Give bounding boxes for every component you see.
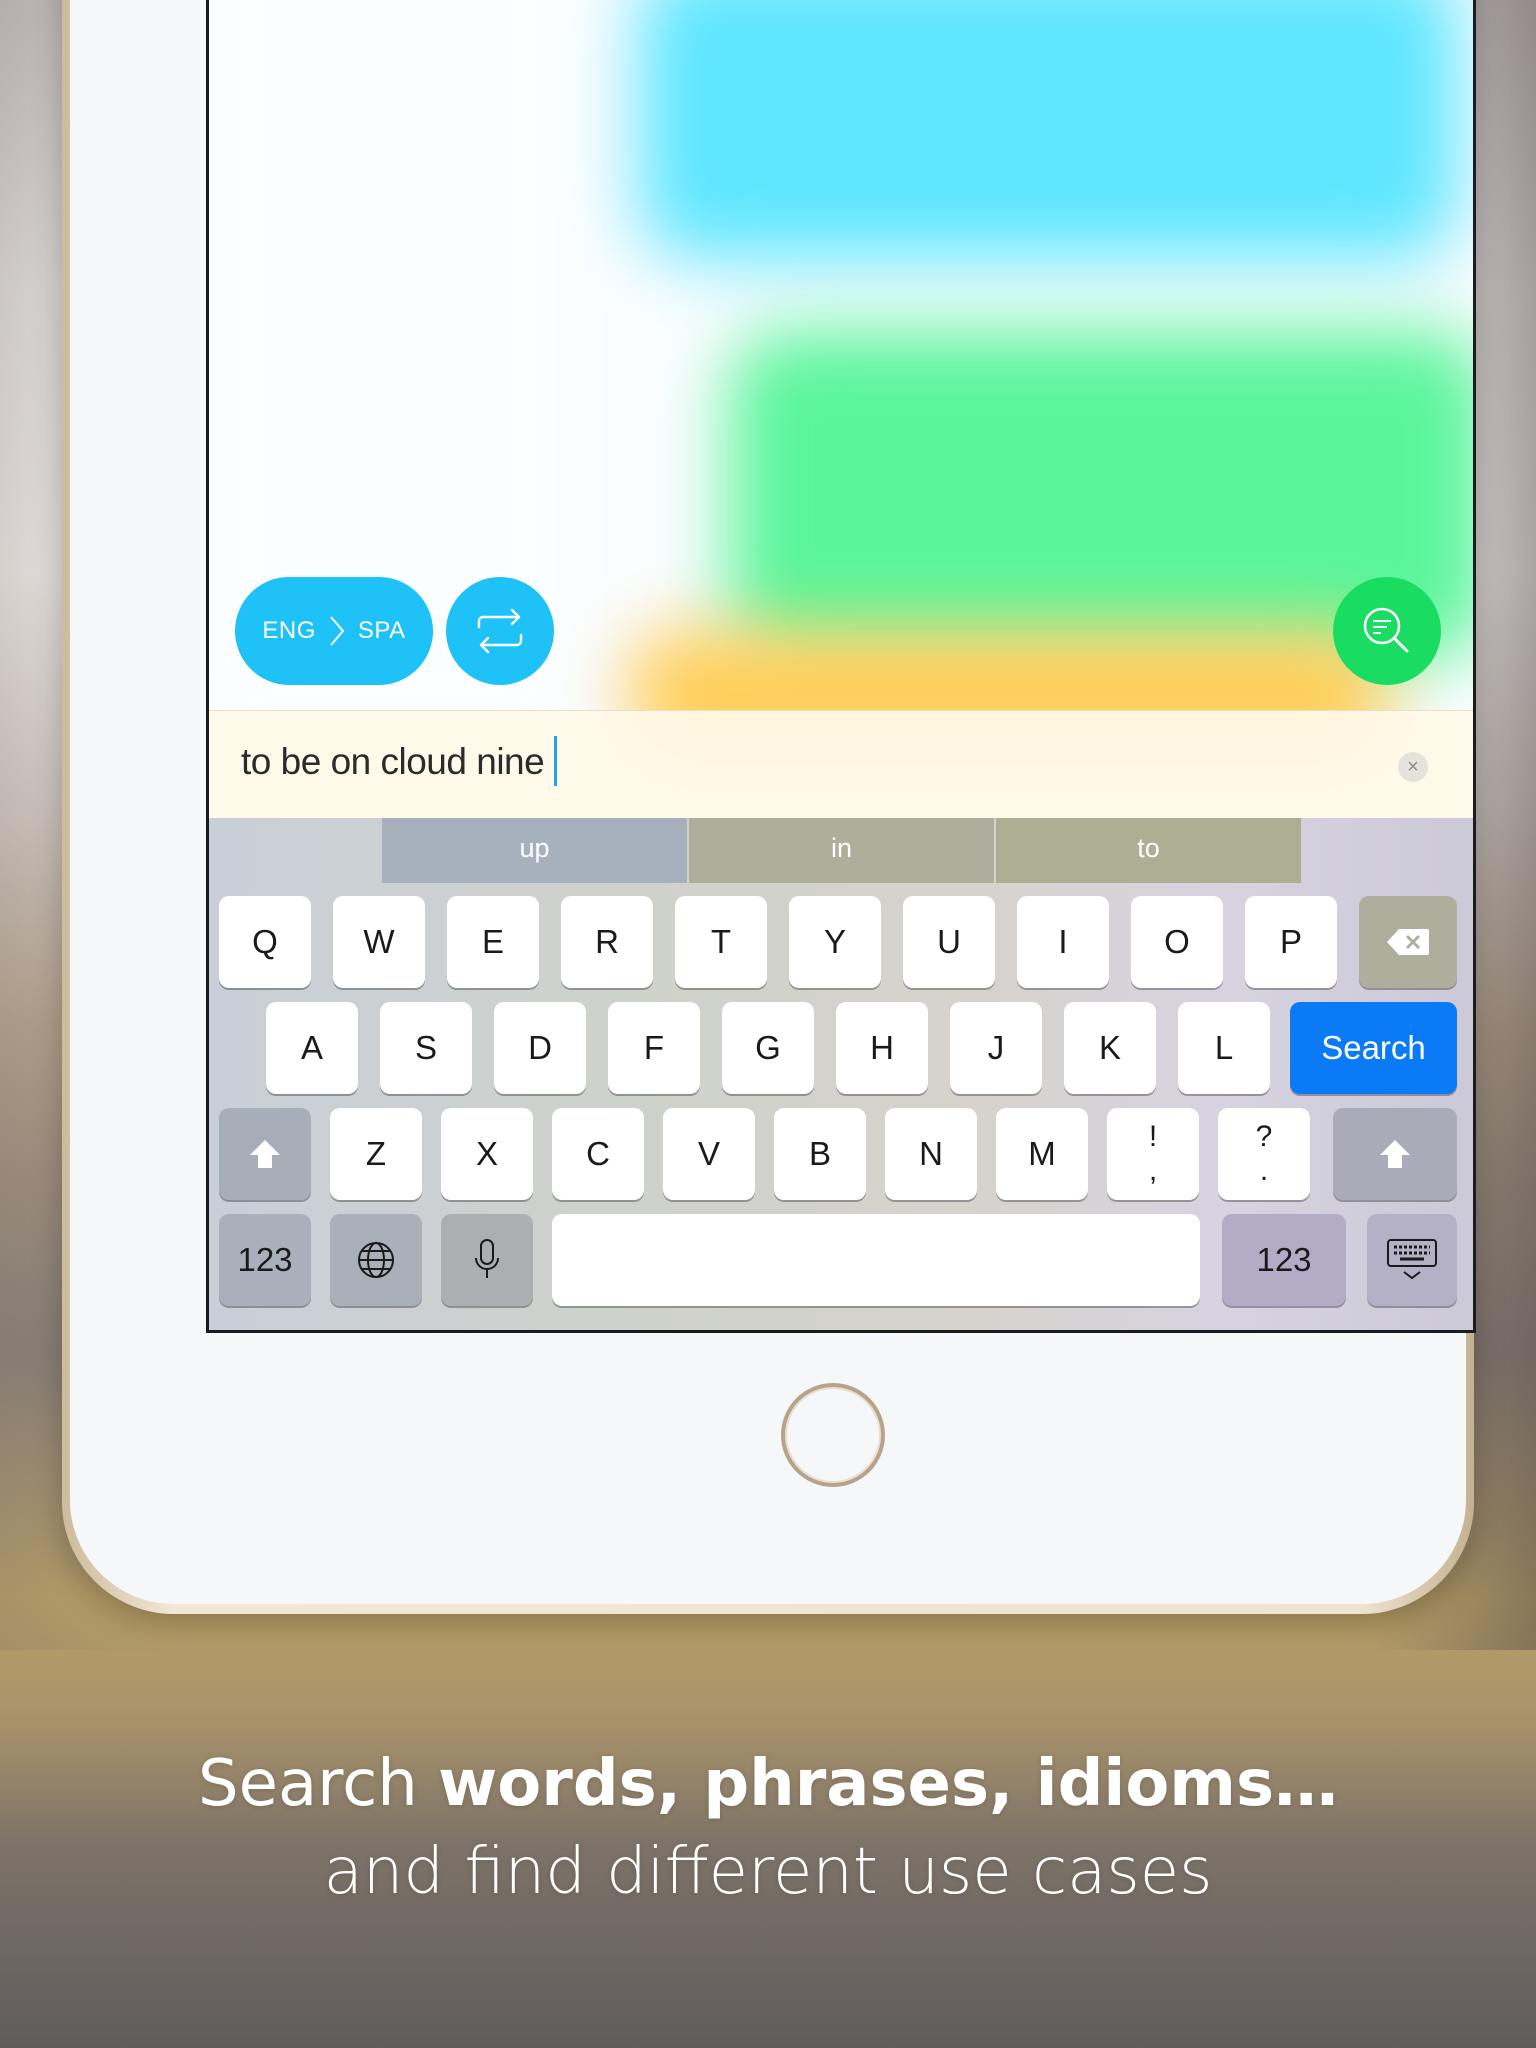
key-bottom-char: . — [1259, 1154, 1269, 1187]
key-d[interactable]: D — [494, 1002, 586, 1094]
caption-regular: Search — [197, 1747, 439, 1821]
globe-icon — [358, 1242, 394, 1278]
numbers-key-left[interactable]: 123 — [219, 1214, 311, 1306]
source-language: ENG — [262, 617, 316, 644]
key-m[interactable]: M — [996, 1108, 1088, 1200]
key-s[interactable]: S — [380, 1002, 472, 1094]
search-results-icon — [1363, 607, 1409, 653]
shift-icon — [250, 1140, 280, 1168]
backspace-icon — [1387, 929, 1429, 955]
key-question-period[interactable]: ? . — [1218, 1108, 1310, 1200]
dismiss-keyboard-key[interactable] — [1367, 1214, 1457, 1306]
key-g[interactable]: G — [722, 1002, 814, 1094]
suggestion-item[interactable]: in — [689, 818, 994, 883]
key-top-char: ? — [1255, 1120, 1273, 1153]
key-e[interactable]: E — [447, 896, 539, 988]
key-w[interactable]: W — [333, 896, 425, 988]
swap-arrows-icon — [477, 608, 523, 654]
key-i[interactable]: I — [1017, 896, 1109, 988]
tablet-device: ENG SPA to be on cloud nine × up in to Q… — [62, 0, 1476, 1614]
key-b[interactable]: B — [774, 1108, 866, 1200]
key-a[interactable]: A — [266, 1002, 358, 1094]
key-n[interactable]: N — [885, 1108, 977, 1200]
chevron-right-icon — [330, 616, 345, 646]
text-caret — [554, 736, 558, 787]
caption: Search words, phrases, idioms… and find … — [0, 1740, 1536, 1916]
key-x[interactable]: X — [441, 1108, 533, 1200]
shift-key-right[interactable] — [1333, 1108, 1457, 1200]
key-q[interactable]: Q — [219, 896, 311, 988]
key-r[interactable]: R — [561, 896, 653, 988]
search-input-value: to be on cloud nine — [241, 741, 545, 782]
home-button[interactable] — [781, 1383, 885, 1487]
backspace-key[interactable] — [1359, 896, 1457, 988]
key-f[interactable]: F — [608, 1002, 700, 1094]
suggestion-item[interactable]: to — [996, 818, 1301, 883]
caption-bold: words, phrases, idioms… — [438, 1747, 1339, 1821]
shift-icon — [1380, 1140, 1410, 1168]
numbers-key-right[interactable]: 123 — [1222, 1214, 1346, 1306]
globe-key[interactable] — [330, 1214, 422, 1306]
microphone-icon — [475, 1239, 499, 1278]
key-exclaim-comma[interactable]: ! , — [1107, 1108, 1199, 1200]
clear-input-button[interactable]: × — [1398, 752, 1428, 782]
key-o[interactable]: O — [1131, 896, 1223, 988]
blurred-card-cyan — [639, 0, 1459, 260]
key-k[interactable]: K — [1064, 1002, 1156, 1094]
key-v[interactable]: V — [663, 1108, 755, 1200]
swap-languages-button[interactable] — [446, 577, 554, 685]
app-screen: ENG SPA to be on cloud nine × up in to Q… — [206, 0, 1476, 1333]
key-c[interactable]: C — [552, 1108, 644, 1200]
key-p[interactable]: P — [1245, 896, 1337, 988]
key-u[interactable]: U — [903, 896, 995, 988]
key-z[interactable]: Z — [330, 1108, 422, 1200]
dictation-key[interactable] — [441, 1214, 533, 1306]
key-y[interactable]: Y — [789, 896, 881, 988]
suggestion-bar: up in to — [209, 818, 1473, 883]
caption-line-1: Search words, phrases, idioms… — [0, 1740, 1536, 1828]
onscreen-keyboard: up in to Q W E R T Y U I O P A S D F G H… — [209, 818, 1473, 1330]
search-input-bar[interactable]: to be on cloud nine × — [209, 710, 1473, 819]
key-j[interactable]: J — [950, 1002, 1042, 1094]
keyboard-dismiss-icon — [1387, 1239, 1437, 1280]
caption-line-2: and find different use cases — [323, 1835, 1213, 1909]
search-input[interactable]: to be on cloud nine — [241, 736, 558, 787]
suggestion-item[interactable]: up — [382, 818, 687, 883]
key-bottom-char: , — [1148, 1154, 1158, 1187]
target-language: SPA — [357, 617, 406, 644]
language-pair-button[interactable]: ENG SPA — [235, 577, 433, 685]
shift-key-left[interactable] — [219, 1108, 311, 1200]
key-top-char: ! — [1148, 1120, 1158, 1153]
key-t[interactable]: T — [675, 896, 767, 988]
tablet-face: ENG SPA to be on cloud nine × up in to Q… — [70, 0, 1476, 1604]
search-results-button[interactable] — [1333, 577, 1441, 685]
search-return-key[interactable]: Search — [1290, 1002, 1457, 1094]
space-bar[interactable] — [552, 1214, 1200, 1306]
key-h[interactable]: H — [836, 1002, 928, 1094]
key-l[interactable]: L — [1178, 1002, 1270, 1094]
